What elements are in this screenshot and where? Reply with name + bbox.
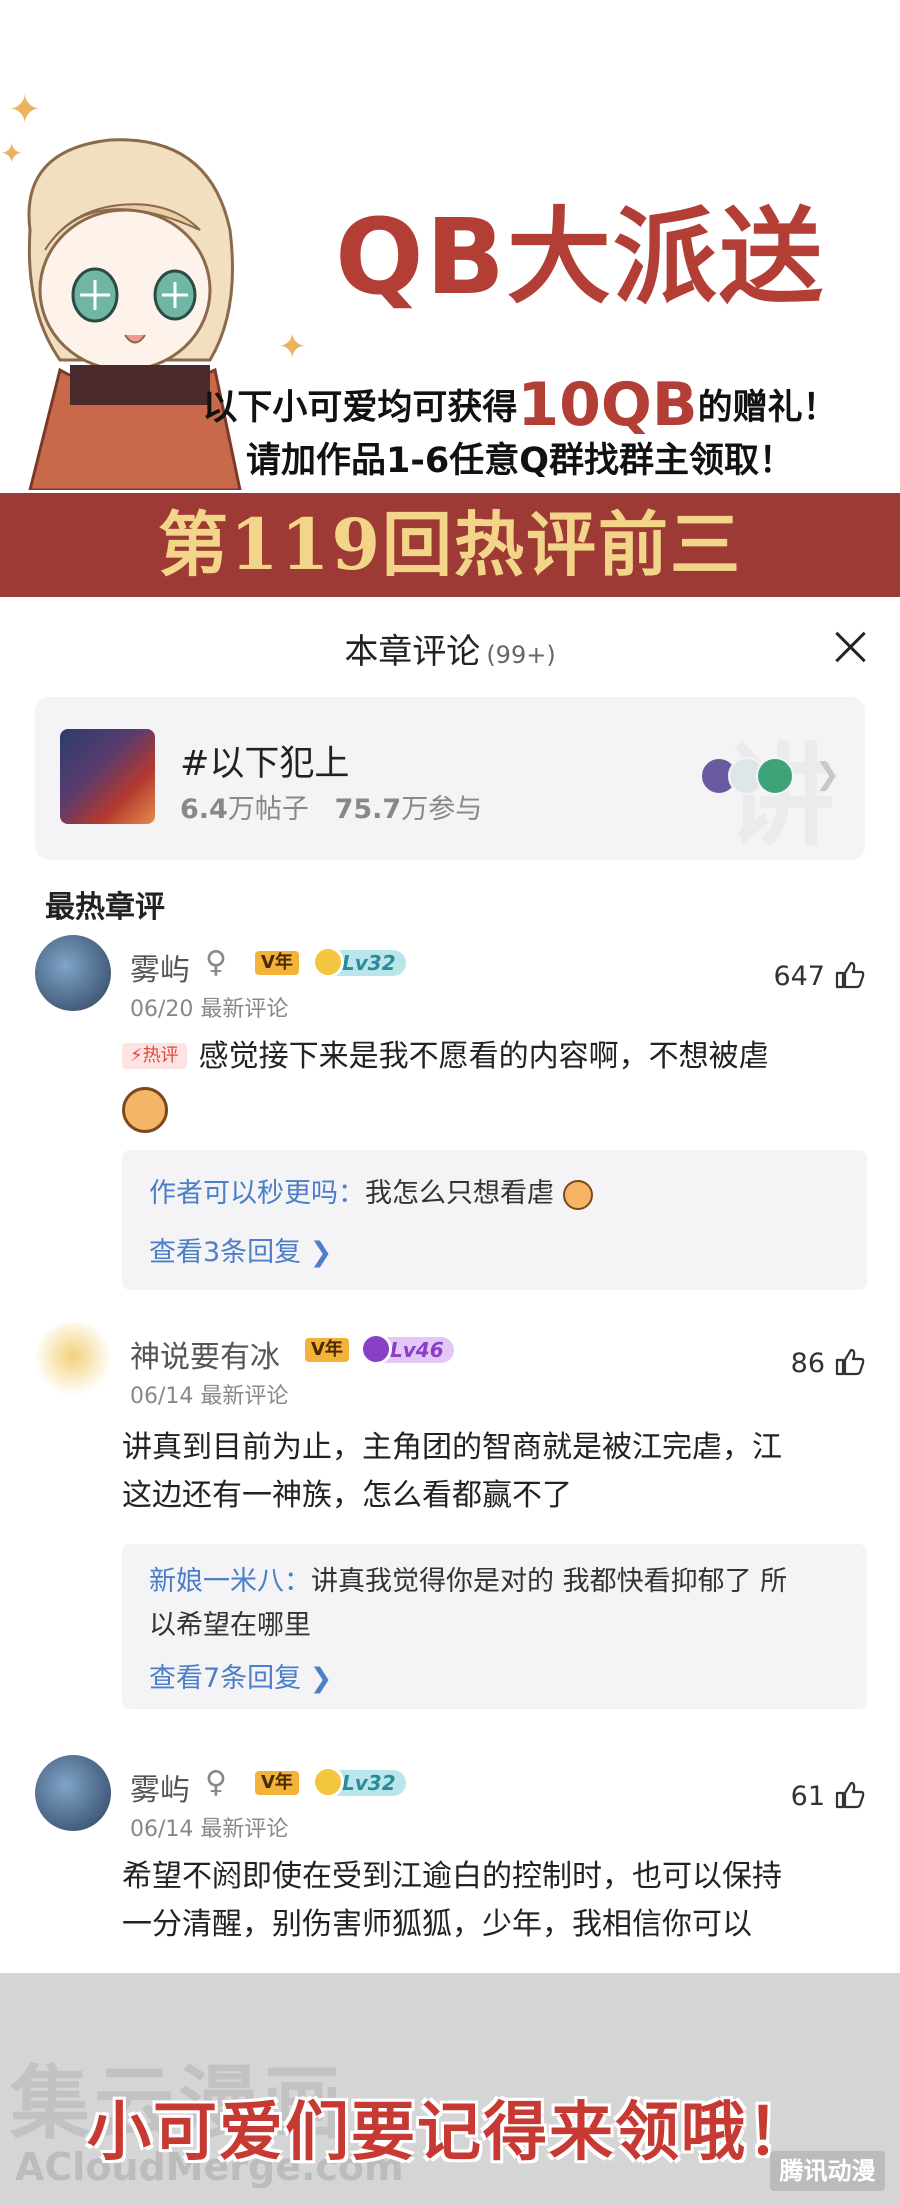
topic-posts-unit: 万帖子 <box>227 794 309 825</box>
comment-body: 希望不阏即使在受到江逾白的控制时，也可以保持 一分清醒，别伤害师狐狐，少年，我相… <box>122 1853 860 1949</box>
reply-line: 新娘一米八：讲真我觉得你是对的 我都快看抑郁了 所 以希望在哪里 <box>149 1560 842 1648</box>
hot-comment-tag: ⚡热评 <box>122 1043 187 1069</box>
comment-date: 06/14 <box>130 1384 194 1409</box>
reply-text: 以希望在哪里 <box>149 1610 311 1641</box>
topic-card[interactable]: 讲 #以下犯上 6.4万帖子 75.7万参与 ❯ <box>35 697 865 860</box>
close-icon[interactable] <box>830 627 870 667</box>
like-count: 86 <box>790 1348 825 1379</box>
comment-body: ⚡热评 感觉接下来是我不愿看的内容啊，不想被虐 <box>122 1033 860 1133</box>
like-icon <box>835 1781 865 1809</box>
reply-text: 我怎么只想看虐 <box>365 1178 554 1209</box>
comments-title: 本章评论 (99+) <box>0 624 900 673</box>
hot-tag-label: 热评 <box>142 1045 179 1066</box>
banner-gift-line: 以下小可爱均可获得10QB的赠礼！ <box>140 370 900 440</box>
reply-author[interactable]: 新娘一米八： <box>149 1566 311 1597</box>
gift-line-suffix: 的赠礼！ <box>697 388 838 428</box>
level-text: Lv46 <box>390 1338 444 1362</box>
comment-body: 讲真到目前为止，主角团的智商就是被江完虐，江 这边还有一神族，怎么看都赢不了 <box>122 1424 860 1520</box>
section-hot-comments: 最热章评 <box>45 890 165 925</box>
comment-item: 雾屿 ♀ V年 Lv32 06/20 最新评论 647 ⚡热评 感觉接下来是我不愿… <box>0 935 900 1295</box>
topic-name: #以下犯上 <box>180 744 350 784</box>
gender-female-icon: ♀ <box>205 1765 227 1800</box>
reply-text: 讲真我觉得你是对的 我都快看抑郁了 所 <box>311 1566 788 1597</box>
banner-title: QB大派送 <box>335 196 825 318</box>
like-button[interactable]: 61 <box>791 1781 865 1812</box>
footer-call-to-action: 小可爱们要记得来领哦！ <box>87 2096 813 2170</box>
avatar <box>756 757 794 795</box>
comments-count: (99+) <box>486 641 556 669</box>
level-icon <box>360 1333 392 1365</box>
level-badge: Lv32 <box>312 1766 406 1798</box>
banner-strip: 第119回热评前三 <box>0 493 900 597</box>
like-button[interactable]: 647 <box>773 961 865 992</box>
comment-text-line: 希望不阏即使在受到江逾白的控制时，也可以保持 <box>122 1859 782 1894</box>
gender-female-icon: ♀ <box>205 945 227 980</box>
comment-date: 06/20 <box>130 997 194 1022</box>
emoji-icon <box>122 1086 168 1133</box>
strip-title: 第119回热评前三 <box>157 503 743 586</box>
reply-preview[interactable]: 作者可以秒更吗：我怎么只想看虐 查看3条回复 ❯ <box>122 1150 867 1290</box>
like-icon <box>835 961 865 989</box>
comment-text-line: 讲真到目前为止，主角团的智商就是被江完虐，江 <box>122 1430 782 1465</box>
level-icon <box>312 946 344 978</box>
chevron-right-icon: ❯ <box>814 757 840 792</box>
comment-text: 感觉接下来是我不愿看的内容啊，不想被虐 <box>198 1039 769 1074</box>
comment-username[interactable]: 雾屿 <box>130 1765 190 1809</box>
topic-posts-count: 6.4 <box>180 794 228 825</box>
topic-participant-avatars <box>700 757 810 797</box>
level-icon <box>312 1766 344 1798</box>
comment-tag: 最新评论 <box>200 1384 289 1409</box>
banner-instruction-line: 请加作品1-6任意Q群找群主领取！ <box>246 441 794 481</box>
view-replies-link[interactable]: 查看7条回复 ❯ <box>149 1656 332 1695</box>
reply-author[interactable]: 作者可以秒更吗： <box>149 1178 365 1209</box>
reply-line: 作者可以秒更吗：我怎么只想看虐 <box>149 1172 842 1216</box>
view-replies-link[interactable]: 查看3条回复 ❯ <box>149 1230 332 1269</box>
comment-tag: 最新评论 <box>200 997 289 1022</box>
comment-username[interactable]: 神说要有冰 <box>130 1332 280 1376</box>
like-icon <box>835 1348 865 1376</box>
level-badge: Lv46 <box>360 1333 454 1365</box>
comment-date: 06/14 <box>130 1817 194 1842</box>
promo-footer: 集云漫画 ACloudMerge.com 小可爱们要记得来领哦！ 腾讯动漫 <box>0 1973 900 2205</box>
comment-meta: 06/14 最新评论 <box>130 1378 288 1410</box>
topic-stats: 6.4万帖子 75.7万参与 <box>180 787 482 826</box>
gift-line-prefix: 以下小可爱均可获得 <box>202 388 518 428</box>
vip-badge: V年 <box>255 1771 299 1795</box>
reply-preview[interactable]: 新娘一米八：讲真我觉得你是对的 我都快看抑郁了 所 以希望在哪里 查看7条回复 … <box>122 1544 867 1709</box>
topic-cover-image <box>60 729 155 824</box>
comment-tag: 最新评论 <box>200 1817 289 1842</box>
comment-text-line: 这边还有一神族，怎么看都赢不了 <box>122 1478 572 1513</box>
sparkle-icon: ✦ <box>278 327 307 367</box>
like-button[interactable]: 86 <box>791 1348 865 1379</box>
avatar[interactable] <box>35 935 111 1011</box>
level-text: Lv32 <box>342 1771 396 1795</box>
comment-item: 雾屿 ♀ V年 Lv32 06/14 最新评论 61 希望不阏即使在受到江逾白的… <box>0 1755 900 1965</box>
topic-participants-count: 75.7 <box>334 794 402 825</box>
comments-header: 本章评论 (99+) <box>0 597 900 697</box>
comment-meta: 06/14 最新评论 <box>130 1811 288 1843</box>
level-badge: Lv32 <box>312 946 406 978</box>
avatar[interactable] <box>35 1322 111 1398</box>
emoji-icon <box>562 1179 593 1210</box>
comments-title-text: 本章评论 <box>344 632 481 672</box>
gift-amount: 10QB <box>517 370 698 440</box>
vip-badge: V年 <box>305 1338 349 1362</box>
publisher-logo: 腾讯动漫 <box>770 2151 885 2191</box>
fire-icon: ⚡ <box>130 1045 143 1066</box>
level-text: Lv32 <box>342 951 396 975</box>
avatar[interactable] <box>35 1755 111 1831</box>
comment-item: 神说要有冰 V年 Lv46 06/14 最新评论 86 讲真到目前为止，主角团的… <box>0 1322 900 1712</box>
comment-username[interactable]: 雾屿 <box>130 945 190 989</box>
like-count: 647 <box>773 961 825 992</box>
comment-meta: 06/20 最新评论 <box>130 991 288 1023</box>
comment-text-line: 一分清醒，别伤害师狐狐，少年，我相信你可以 <box>122 1907 752 1942</box>
promo-banner: ✦ ✦ ✦ QB大派送 以下小可爱均可获得10QB的赠礼！ 请加作品1-6任意Q… <box>0 0 900 597</box>
like-count: 61 <box>790 1781 825 1812</box>
vip-badge: V年 <box>255 951 299 975</box>
topic-participants-unit: 万参与 <box>401 794 483 825</box>
